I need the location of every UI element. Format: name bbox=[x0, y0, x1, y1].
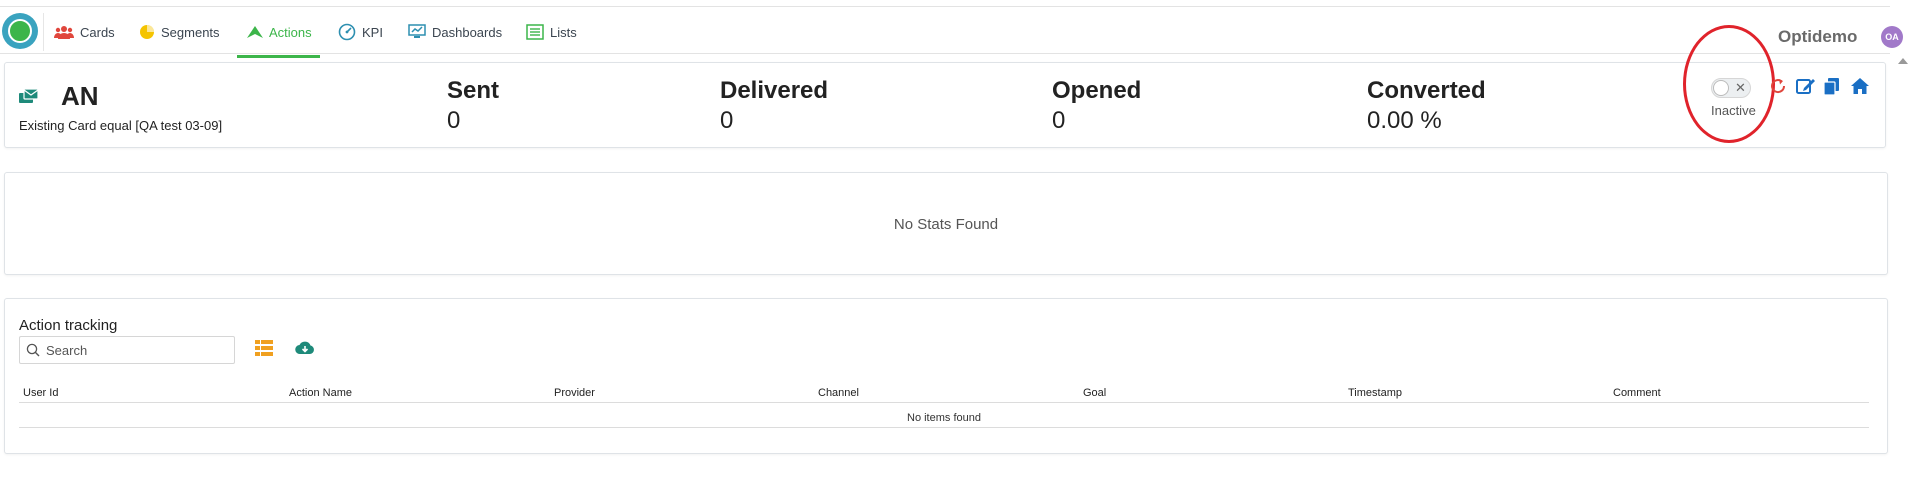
action-card-icon bbox=[19, 88, 39, 111]
metric-value: 0 bbox=[447, 107, 461, 134]
nav-label: Dashboards bbox=[432, 24, 503, 40]
metric-label: Opened bbox=[1052, 77, 1142, 104]
metric-value: 0 bbox=[1052, 107, 1066, 134]
users-icon bbox=[54, 26, 74, 39]
metric-converted: Converted 0.00 % bbox=[1367, 77, 1486, 135]
nav-item-lists[interactable]: Lists bbox=[526, 17, 577, 47]
metric-label: Delivered bbox=[720, 77, 829, 104]
app-logo[interactable] bbox=[2, 13, 38, 49]
column-header-channel[interactable]: Channel bbox=[818, 387, 859, 399]
nav-divider bbox=[43, 13, 44, 51]
toggle-knob bbox=[1713, 80, 1729, 96]
empty-table-message: No items found bbox=[907, 412, 981, 424]
column-header-user-id[interactable]: User Id bbox=[23, 387, 58, 399]
action-tracking-card: Action tracking User Id Action Name Prov… bbox=[4, 298, 1888, 454]
dashboard-icon bbox=[408, 24, 426, 38]
metric-sent: Sent 0 bbox=[447, 77, 499, 135]
action-summary-card: AN Existing Card equal [QA test 03-09] S… bbox=[4, 25, 1886, 148]
nav-label: Cards bbox=[80, 24, 115, 40]
brand-name: Optidemo bbox=[1778, 27, 1858, 46]
nav-label: Actions bbox=[269, 24, 312, 40]
edit-icon[interactable] bbox=[1796, 77, 1816, 100]
avatar[interactable]: OA bbox=[1881, 26, 1903, 48]
pie-chart-icon bbox=[140, 25, 154, 39]
top-navigation: Cards Segments Actions KPI Dashboards Li… bbox=[0, 6, 1903, 58]
active-tab-indicator bbox=[237, 55, 320, 58]
search-icon bbox=[26, 343, 40, 357]
status-toggle[interactable]: ✕ bbox=[1711, 78, 1751, 98]
metric-opened: Opened 0 bbox=[1052, 77, 1141, 135]
column-header-action-name[interactable]: Action Name bbox=[289, 387, 352, 399]
metric-delivered: Delivered 0 bbox=[720, 77, 828, 135]
nav-item-kpi[interactable]: KPI bbox=[338, 17, 383, 47]
search-field[interactable] bbox=[19, 336, 235, 364]
nav-item-cards[interactable]: Cards bbox=[54, 17, 115, 47]
cloud-download-icon[interactable] bbox=[295, 340, 315, 361]
column-header-provider[interactable]: Provider bbox=[554, 387, 595, 399]
nav-item-segments[interactable]: Segments bbox=[139, 17, 220, 47]
logo-inner bbox=[8, 19, 32, 43]
gauge-icon bbox=[338, 23, 356, 41]
nav-label: Lists bbox=[550, 24, 577, 40]
nav-label: KPI bbox=[362, 24, 383, 40]
metric-value: 0.00 % bbox=[1367, 107, 1442, 134]
action-name: AN bbox=[61, 81, 99, 111]
metric-label: Converted bbox=[1367, 77, 1486, 104]
table-header: User Id Action Name Provider Channel Goa… bbox=[19, 387, 1869, 403]
metric-label: Sent bbox=[447, 77, 500, 104]
table-divider bbox=[19, 427, 1869, 428]
nav-label: Segments bbox=[161, 24, 220, 40]
list-icon bbox=[526, 24, 544, 40]
column-header-timestamp[interactable]: Timestamp bbox=[1348, 387, 1402, 399]
nav-item-dashboards[interactable]: Dashboards bbox=[408, 17, 502, 47]
action-description: Existing Card equal [QA test 03-09] bbox=[19, 118, 223, 133]
status-label: Inactive bbox=[1711, 103, 1756, 118]
copy-icon[interactable] bbox=[1823, 77, 1841, 101]
scrollbar-up-arrow[interactable] bbox=[1898, 58, 1908, 64]
column-header-comment[interactable]: Comment bbox=[1613, 387, 1661, 399]
refresh-icon[interactable] bbox=[1769, 77, 1787, 100]
close-icon: ✕ bbox=[1735, 80, 1746, 95]
stats-card: No Stats Found bbox=[4, 172, 1888, 275]
send-icon bbox=[247, 26, 263, 38]
search-input[interactable] bbox=[46, 342, 226, 358]
metric-value: 0 bbox=[720, 107, 734, 134]
empty-stats-message: No Stats Found bbox=[893, 216, 999, 233]
section-title: Action tracking bbox=[19, 317, 118, 334]
column-header-goal[interactable]: Goal bbox=[1083, 387, 1106, 399]
nav-item-actions[interactable]: Actions bbox=[247, 17, 312, 47]
home-icon[interactable] bbox=[1850, 77, 1870, 100]
grid-view-icon[interactable] bbox=[255, 340, 273, 361]
